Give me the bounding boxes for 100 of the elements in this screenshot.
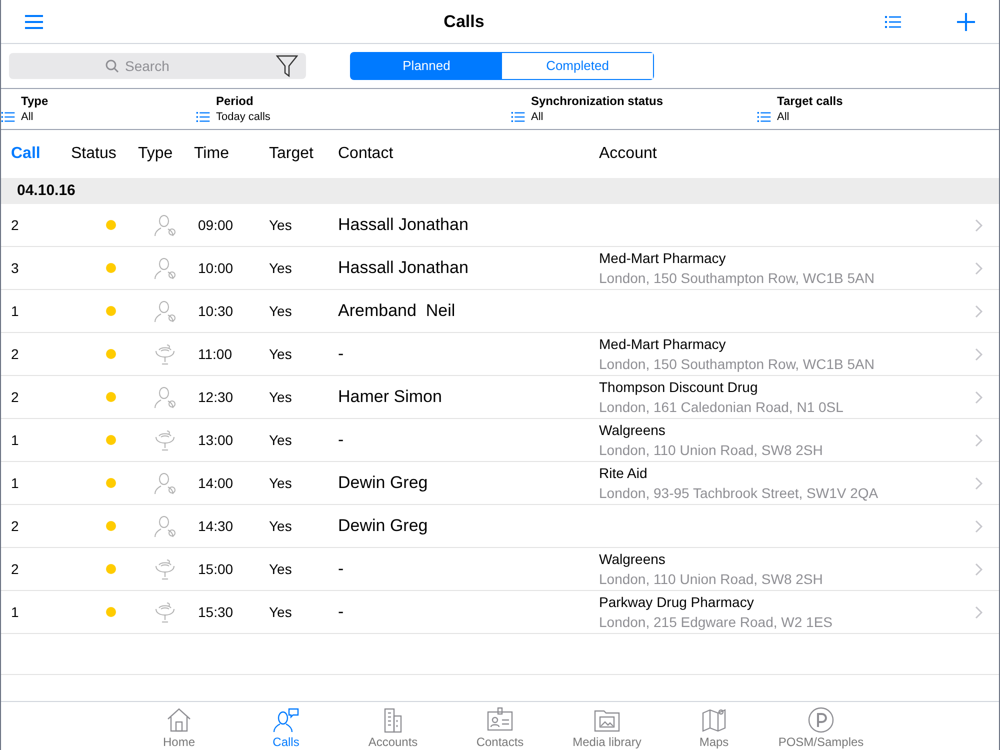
call-row[interactable]: 1 14:00 Yes Dewin Greg Rite Aid London, 93-95 Tachbrook Street, SW1V 2QA [1,462,999,505]
target-text: Yes [269,388,292,404]
filter-value[interactable]: All [757,109,999,125]
contact-name: Dewin Greg [338,473,428,492]
call-count: 2 [11,216,19,232]
target-text: Yes [269,260,292,276]
map-pin-icon [700,706,728,734]
account-name: Thompson Discount Drug [599,378,759,397]
target-text: Yes [269,432,292,448]
target-text: Yes [269,560,292,576]
tab-bar-item[interactable]: Calls [232,702,340,750]
list-icon [1,112,15,122]
target-text: Yes [269,346,292,362]
person-icon [153,471,177,495]
filter-icon[interactable] [276,54,298,78]
dish-icon [153,600,177,624]
time-text: 13:00 [197,432,234,448]
tab-bar-item[interactable]: Contacts [446,702,554,750]
account-address: London, 93-95 Tachbrook Street, SW1V 2QA [599,484,880,503]
call-count: 2 [11,346,19,362]
target-text: Yes [269,216,292,232]
column-header[interactable]: Call [11,142,40,166]
chevron-icon [975,262,983,274]
time-text: 09:00 [197,216,234,232]
chevron-icon [975,476,983,490]
account-address: London, 150 Southampton Row, WC1B 5AN [599,269,876,288]
tab-bar-item[interactable]: Home [126,702,232,750]
account-name: Rite Aid [599,464,648,483]
account-address: London, 110 Union Road, SW8 2SH [599,570,824,589]
account-name: Walgreens [599,421,666,440]
account-address: London, 150 Southampton Row, WC1B 5AN [599,355,876,374]
call-row[interactable]: 1 10:30 Yes Aremband Neil [1,290,999,333]
contact-name: - [338,602,344,622]
column-header[interactable]: Account [599,142,657,166]
call-count: 1 [11,302,19,318]
contact-name: Hamer Simon [338,387,442,406]
list-icon [196,112,210,122]
chevron-icon [975,434,983,446]
person-chat-icon [272,706,300,734]
call-row[interactable]: 2 12:30 Yes Hamer Simon Thompson Discount Drug London, 161 Caledonian Road, N1 0SL [1,376,999,419]
target-text: Yes [269,604,292,620]
chevron-icon [975,390,983,404]
tab-bar-item[interactable]: Maps [660,702,768,750]
time-text: 14:30 [197,518,234,534]
call-count: 2 [11,388,19,404]
call-row[interactable]: 2 14:30 Yes Dewin Greg [1,505,999,548]
account-name: Med-Mart Pharmacy [599,249,727,268]
filter-value[interactable]: All [511,109,757,125]
time-text: 10:00 [197,260,234,276]
account-name: Med-Mart Pharmacy [599,335,727,354]
call-row[interactable]: 2 09:00 Yes Hassall Jonathan [1,204,999,247]
call-row[interactable]: 1 13:00 Yes - Walgreens London, 110 Union Road, SW8 2SH [1,419,999,462]
dish-icon [153,428,177,452]
filter-label: Type [20,93,50,109]
dish-icon [153,557,177,581]
column-header[interactable]: Time [194,142,229,166]
chevron-icon [975,606,983,618]
home-icon [165,706,193,734]
person-icon [153,256,177,280]
call-row[interactable]: 1 15:30 Yes - Parkway Drug Pharmacy London, 215 Edgware Road, W2 1ES [1,591,999,634]
person-icon [153,213,177,237]
call-row[interactable]: 3 10:00 Yes Hassall Jonathan Med-Mart Pharmacy London, 150 Southampton Row, WC1B 5AN [1,247,999,290]
column-header[interactable]: Status [71,142,116,166]
column-header[interactable]: Target [269,142,314,166]
filter-value[interactable]: Today calls [196,109,511,125]
add-icon [957,12,975,30]
search-field[interactable]: Search [125,56,180,76]
column-header[interactable]: Type [138,142,173,166]
list-icon [885,16,901,28]
column-header[interactable]: Contact [338,142,394,166]
segment-tab[interactable]: Planned [351,53,502,79]
contact-name: Dewin Greg [338,516,428,536]
time-text: 15:30 [197,604,234,620]
filter-label: Target calls [776,93,844,109]
call-row[interactable]: 2 11:00 Yes - Med-Mart Pharmacy London, 150 Southampton Row, WC1B 5AN [1,333,999,376]
tab-bar-item[interactable]: Accounts [340,702,446,750]
menu-icon [25,14,43,28]
time-text: 11:00 [197,346,232,362]
call-count: 1 [11,474,19,490]
person-icon [153,385,177,409]
nav-title: Calls [442,10,486,33]
filter-label: Synchronization status [530,93,664,109]
person-icon [153,514,177,538]
contact-name: Aremband Neil [338,301,456,320]
chevron-icon [975,218,983,232]
time-text: 12:30 [197,388,234,404]
call-count: 3 [11,260,19,276]
account-name: Walgreens [599,550,666,569]
p-circle-icon [807,706,835,734]
target-text: Yes [269,302,292,318]
call-row[interactable]: 2 15:00 Yes - Walgreens London, 110 Union Road, SW8 2SH [1,548,999,591]
tab-bar-item[interactable]: POSM/Samples [768,702,874,750]
target-text: Yes [269,518,292,534]
filter-label: Period [215,93,254,109]
filter-value[interactable]: All [1,109,196,125]
tab-bar-item[interactable]: Media library [554,702,660,750]
call-count: 2 [11,518,19,534]
contact-name: Hassall Jonathan [338,258,468,278]
account-address: London, 161 Caledonian Road, N1 0SL [599,398,844,417]
section-header: 04.10.16 [1,178,999,204]
